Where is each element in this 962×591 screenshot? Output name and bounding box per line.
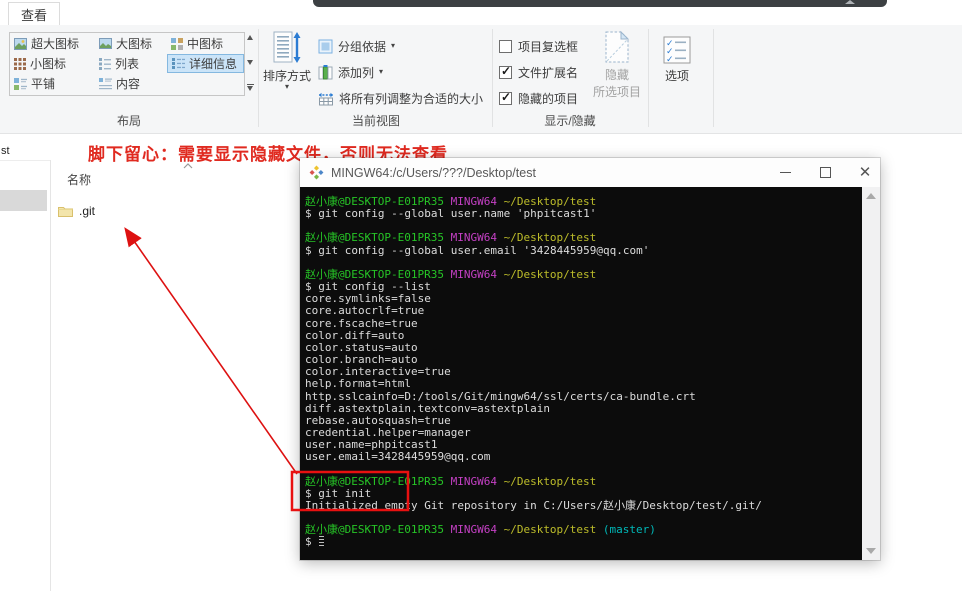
maximize-button[interactable] bbox=[818, 166, 832, 180]
view-tiles[interactable]: 平铺 bbox=[10, 74, 95, 93]
group-label-show-hide: 显示/隐藏 bbox=[544, 114, 596, 128]
terminal-titlebar[interactable]: MINGW64:/c/Users/???/Desktop/test ✕ bbox=[300, 158, 880, 187]
group-label-current-view: 当前视图 bbox=[351, 114, 400, 128]
sort-by-button[interactable]: 排序方式 ▾ bbox=[261, 31, 313, 91]
group-separator bbox=[648, 29, 649, 127]
view-list-label: 列表 bbox=[115, 57, 140, 71]
extra-large-icons-icon bbox=[14, 37, 27, 50]
group-separator bbox=[713, 29, 714, 127]
svg-text:✓: ✓ bbox=[666, 54, 674, 64]
details-icon bbox=[172, 58, 185, 69]
view-extra-large-icons-label: 超大图标 bbox=[31, 37, 80, 51]
size-all-columns-button[interactable]: 将所有列调整为合适的大小 bbox=[318, 89, 483, 107]
group-by-caret-icon: ▾ bbox=[391, 41, 396, 50]
options-label: 选项 bbox=[664, 69, 689, 83]
group-by-icon bbox=[318, 39, 333, 53]
sort-by-icon bbox=[273, 31, 301, 63]
view-extra-large-icons[interactable]: 超大图标 bbox=[10, 34, 95, 53]
ribbon: 超大图标 大图标 中图标 小图标 列表 详细信息 平铺 内容 排序方式 ▾ 分组… bbox=[0, 25, 962, 134]
minimize-button[interactable] bbox=[778, 166, 792, 180]
group-by-label: 分组依据 bbox=[338, 39, 387, 54]
gallery-scroll-down-icon[interactable] bbox=[247, 59, 253, 65]
pane-divider bbox=[50, 160, 51, 591]
background-window-top-bar bbox=[313, 0, 887, 7]
file-row-git[interactable]: .git bbox=[58, 201, 258, 220]
hidden-items-checkbox: ✓ bbox=[499, 89, 512, 105]
view-details[interactable]: 详细信息 bbox=[167, 54, 244, 73]
view-details-label: 详细信息 bbox=[189, 57, 238, 71]
add-columns-icon bbox=[318, 64, 333, 79]
view-medium-icons[interactable]: 中图标 bbox=[167, 34, 244, 53]
view-list[interactable]: 列表 bbox=[95, 54, 167, 73]
nav-divider bbox=[0, 160, 50, 161]
gallery-scroll-up-icon[interactable] bbox=[247, 35, 253, 40]
close-button[interactable]: ✕ bbox=[858, 165, 872, 180]
size-all-columns-icon bbox=[319, 92, 333, 105]
medium-icons-icon bbox=[171, 37, 183, 50]
group-separator bbox=[258, 29, 259, 127]
small-icons-icon bbox=[14, 57, 26, 70]
nav-selected-item[interactable] bbox=[0, 190, 47, 211]
view-large-icons-label: 大图标 bbox=[116, 37, 153, 51]
tiles-icon bbox=[14, 77, 27, 90]
sort-by-caret-icon: ▾ bbox=[284, 82, 289, 91]
terminal-scrollbar[interactable] bbox=[862, 187, 880, 560]
folder-icon bbox=[58, 206, 73, 217]
large-icons-icon bbox=[99, 38, 112, 49]
hidden-items-label: 隐藏的项目 bbox=[518, 91, 579, 106]
checkbox-hidden-items[interactable]: ✓ 隐藏的项目 bbox=[499, 89, 578, 107]
terminal-title: MINGW64:/c/Users/???/Desktop/test bbox=[331, 165, 536, 180]
hide-selected-items-button[interactable]: 隐藏 所选项目 bbox=[586, 30, 648, 100]
view-medium-icons-label: 中图标 bbox=[187, 37, 224, 51]
mingw64-app-icon bbox=[309, 165, 324, 180]
view-tiles-label: 平铺 bbox=[31, 77, 56, 91]
terminal-output[interactable]: 赵小康@DESKTOP-E01PR35 MINGW64 ~/Desktop/te… bbox=[300, 187, 862, 560]
options-button[interactable]: ✓ ✓ ✓ 选项 bbox=[653, 35, 701, 84]
gallery-spinner bbox=[244, 32, 256, 94]
content-icon bbox=[99, 77, 112, 89]
tab-view-label: 查看 bbox=[20, 8, 47, 23]
add-columns-label: 添加列 bbox=[338, 65, 375, 80]
item-checkboxes-label: 项目复选框 bbox=[518, 39, 579, 54]
file-extensions-checkbox: ✓ bbox=[499, 63, 512, 79]
file-extensions-label: 文件扩展名 bbox=[518, 65, 579, 80]
scroll-up-icon[interactable] bbox=[866, 193, 876, 199]
view-small-icons[interactable]: 小图标 bbox=[10, 54, 95, 73]
layout-gallery: 超大图标 大图标 中图标 小图标 列表 详细信息 平铺 内容 bbox=[9, 32, 245, 96]
checkbox-item-checkboxes[interactable]: 项目复选框 bbox=[499, 37, 578, 55]
tab-view[interactable]: 查看 bbox=[8, 2, 60, 26]
column-header-name[interactable]: 名称 bbox=[67, 171, 91, 188]
view-content-label: 内容 bbox=[116, 77, 141, 91]
group-label-layout: 布局 bbox=[116, 114, 141, 128]
hide-selected-items-icon bbox=[605, 30, 630, 63]
view-small-icons-label: 小图标 bbox=[30, 57, 67, 71]
item-checkboxes-checkbox bbox=[499, 39, 512, 53]
add-columns-caret-icon: ▾ bbox=[379, 67, 384, 76]
scroll-down-icon[interactable] bbox=[866, 548, 876, 554]
gallery-more-icon[interactable] bbox=[246, 84, 254, 91]
file-name-label: .git bbox=[79, 203, 96, 218]
nav-tree-partial-text[interactable]: st bbox=[1, 145, 10, 157]
mintty-terminal-window: MINGW64:/c/Users/???/Desktop/test ✕ 赵小康@… bbox=[300, 158, 880, 560]
annotation-arrow bbox=[124, 227, 298, 475]
hide-selected-label-line2: 所选项目 bbox=[592, 85, 641, 99]
checkbox-file-extensions[interactable]: ✓ 文件扩展名 bbox=[499, 63, 578, 81]
view-large-icons[interactable]: 大图标 bbox=[95, 34, 167, 53]
size-all-columns-label: 将所有列调整为合适的大小 bbox=[339, 91, 484, 106]
view-content[interactable]: 内容 bbox=[95, 74, 167, 93]
group-separator bbox=[492, 29, 493, 127]
group-by-button[interactable]: 分组依据 ▾ bbox=[318, 37, 395, 55]
options-icon: ✓✓✓ bbox=[663, 36, 691, 64]
hide-selected-label-line1: 隐藏 bbox=[604, 68, 629, 82]
add-columns-button[interactable]: 添加列 ▾ bbox=[318, 63, 383, 81]
list-icon bbox=[99, 57, 111, 70]
